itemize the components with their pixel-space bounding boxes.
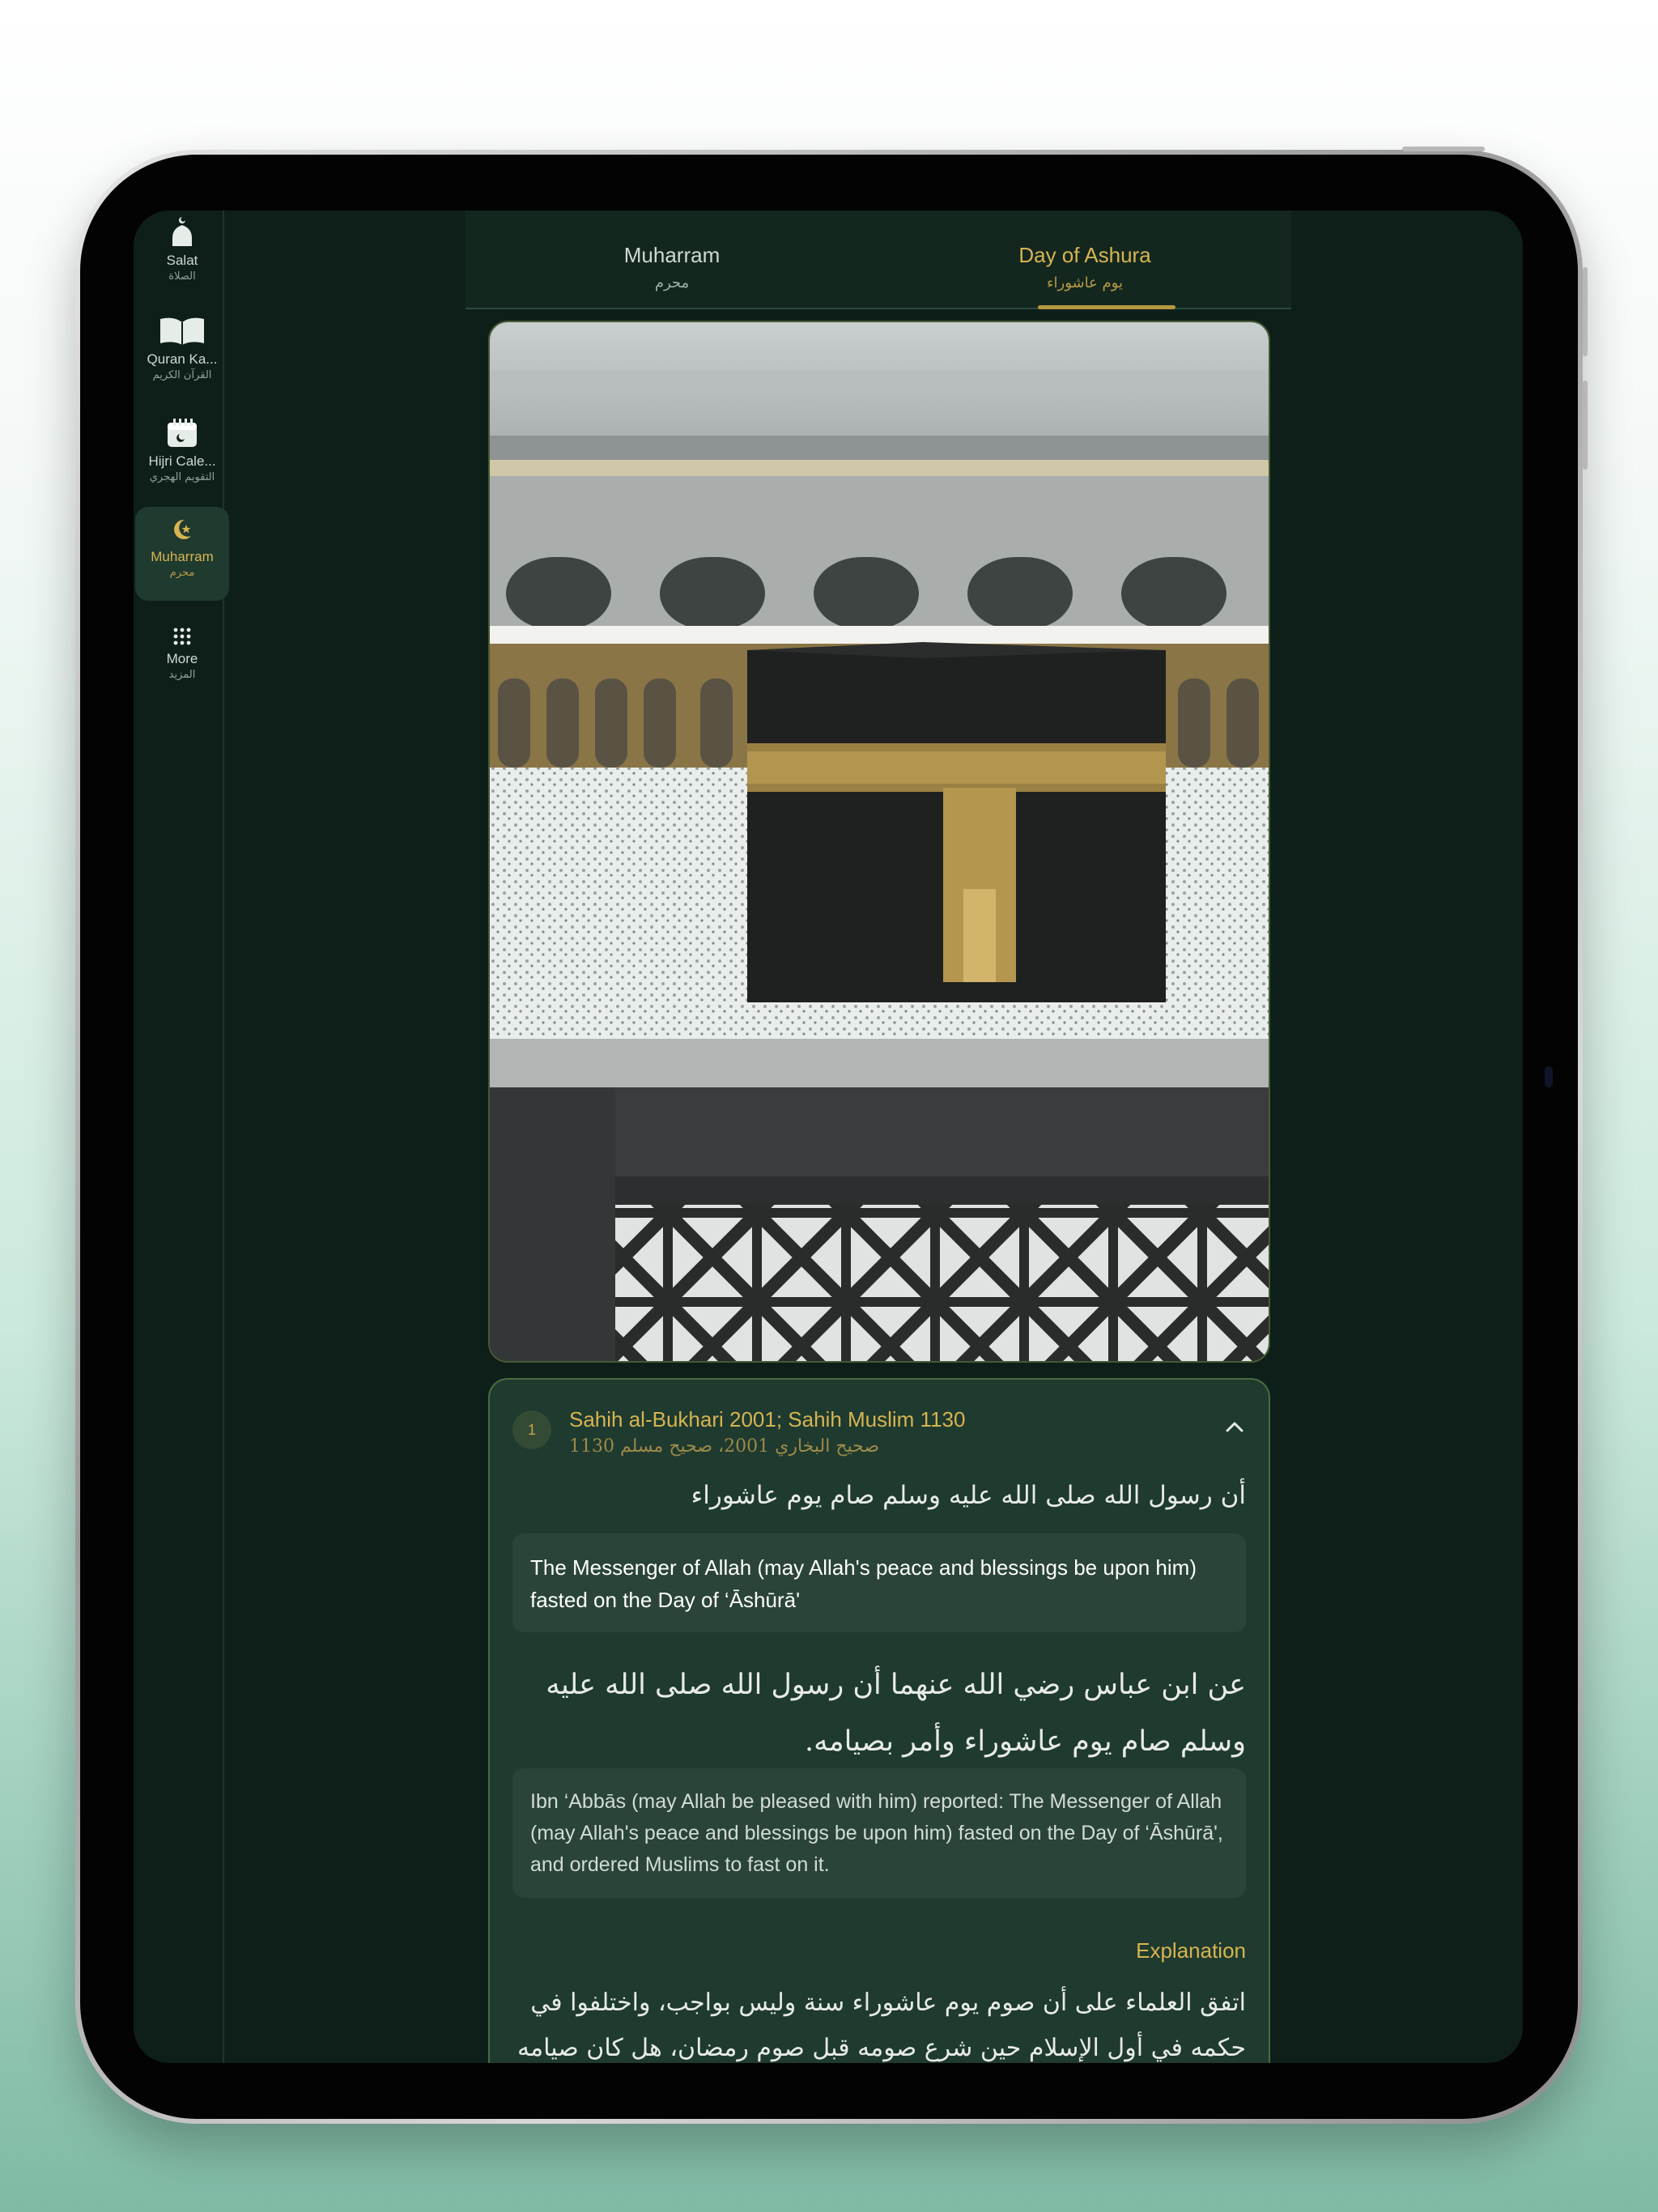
volume-down-button bbox=[1583, 381, 1588, 470]
app-screen: Salat الصلاة Quran Ka... القرآن الكريم H… bbox=[134, 211, 1523, 2063]
calendar-icon bbox=[166, 413, 198, 449]
sidebar-item-label: Hijri Cale... bbox=[148, 453, 216, 469]
sidebar-item-quran[interactable]: Quran Ka... القرآن الكريم bbox=[135, 309, 229, 403]
tab-day-of-ashura[interactable]: Day of Ashura يوم عاشوراء bbox=[878, 211, 1291, 309]
grid-dots-icon bbox=[172, 610, 192, 646]
sidebar-item-label: Quran Ka... bbox=[147, 351, 218, 367]
explanation-heading: Explanation bbox=[1136, 1938, 1246, 1963]
tab-label-ar: يوم عاشوراء bbox=[1047, 274, 1123, 291]
sidebar-item-more[interactable]: More المزيد bbox=[135, 609, 229, 703]
crescent-star-icon bbox=[168, 508, 196, 544]
tab-muharram[interactable]: Muharram محرم bbox=[466, 211, 878, 308]
sidebar-item-label-ar: المزيد bbox=[168, 669, 196, 681]
sidebar-item-label-ar: القرآن الكريم bbox=[152, 369, 212, 381]
hadith-source-ar: صحيح البخاري 2001، صحيح مسلم 1130 bbox=[569, 1436, 880, 1457]
sidebar-item-salat[interactable]: Salat الصلاة bbox=[135, 211, 229, 304]
hadith-full-arabic: عن ابن عباس رضي الله عنهما أن رسول الله … bbox=[546, 1669, 1246, 1758]
tab-bar: Muharram محرم Day of Ashura يوم عاشوراء bbox=[466, 211, 1291, 309]
hadith-short-arabic: أن رسول الله صلى الله عليه وسلم صام يوم … bbox=[691, 1481, 1246, 1510]
chevron-up-icon[interactable] bbox=[1225, 1420, 1244, 1437]
mosque-icon bbox=[170, 212, 194, 248]
quran-book-icon bbox=[159, 311, 206, 347]
hadith-card: 1 Sahih al-Bukhari 2001; Sahih Muslim 11… bbox=[488, 1378, 1270, 2063]
sidebar: Salat الصلاة Quran Ka... القرآن الكريم H… bbox=[134, 211, 229, 2063]
tab-label: Muharram bbox=[623, 243, 721, 267]
hadith-number-badge: 1 bbox=[512, 1410, 551, 1449]
front-camera bbox=[1545, 1066, 1553, 1087]
sidebar-item-label: More bbox=[166, 651, 198, 666]
hadith-short-translation: The Messenger of Allah (may Allah's peac… bbox=[512, 1534, 1246, 1632]
top-button bbox=[1402, 147, 1485, 151]
sidebar-item-label: Salat bbox=[166, 253, 198, 268]
hadith-source: Sahih al-Bukhari 2001; Sahih Muslim 1130 bbox=[569, 1407, 966, 1431]
hadith-full-translation: Ibn ‘Abbās (may Allah be pleased with hi… bbox=[512, 1768, 1246, 1898]
sidebar-item-label-ar: محرم bbox=[169, 567, 195, 579]
sidebar-item-label: Muharram bbox=[151, 549, 214, 564]
tab-label-ar: محرم bbox=[654, 274, 690, 291]
tab-label: Day of Ashura bbox=[1018, 243, 1151, 267]
sidebar-item-hijri-calendar[interactable]: Hijri Cale... التقويم الهجري bbox=[135, 411, 229, 505]
explanation-arabic: اتفق العلماء على أن صوم يوم عاشوراء سنة … bbox=[517, 1989, 1246, 2062]
active-tab-indicator bbox=[1038, 305, 1175, 309]
kaaba-photo bbox=[488, 321, 1270, 1363]
sidebar-item-label-ar: الصلاة bbox=[168, 270, 196, 283]
volume-up-button bbox=[1583, 267, 1588, 356]
sidebar-item-muharram[interactable]: Muharram محرم bbox=[135, 507, 229, 601]
sidebar-item-label-ar: التقويم الهجري bbox=[149, 471, 215, 483]
